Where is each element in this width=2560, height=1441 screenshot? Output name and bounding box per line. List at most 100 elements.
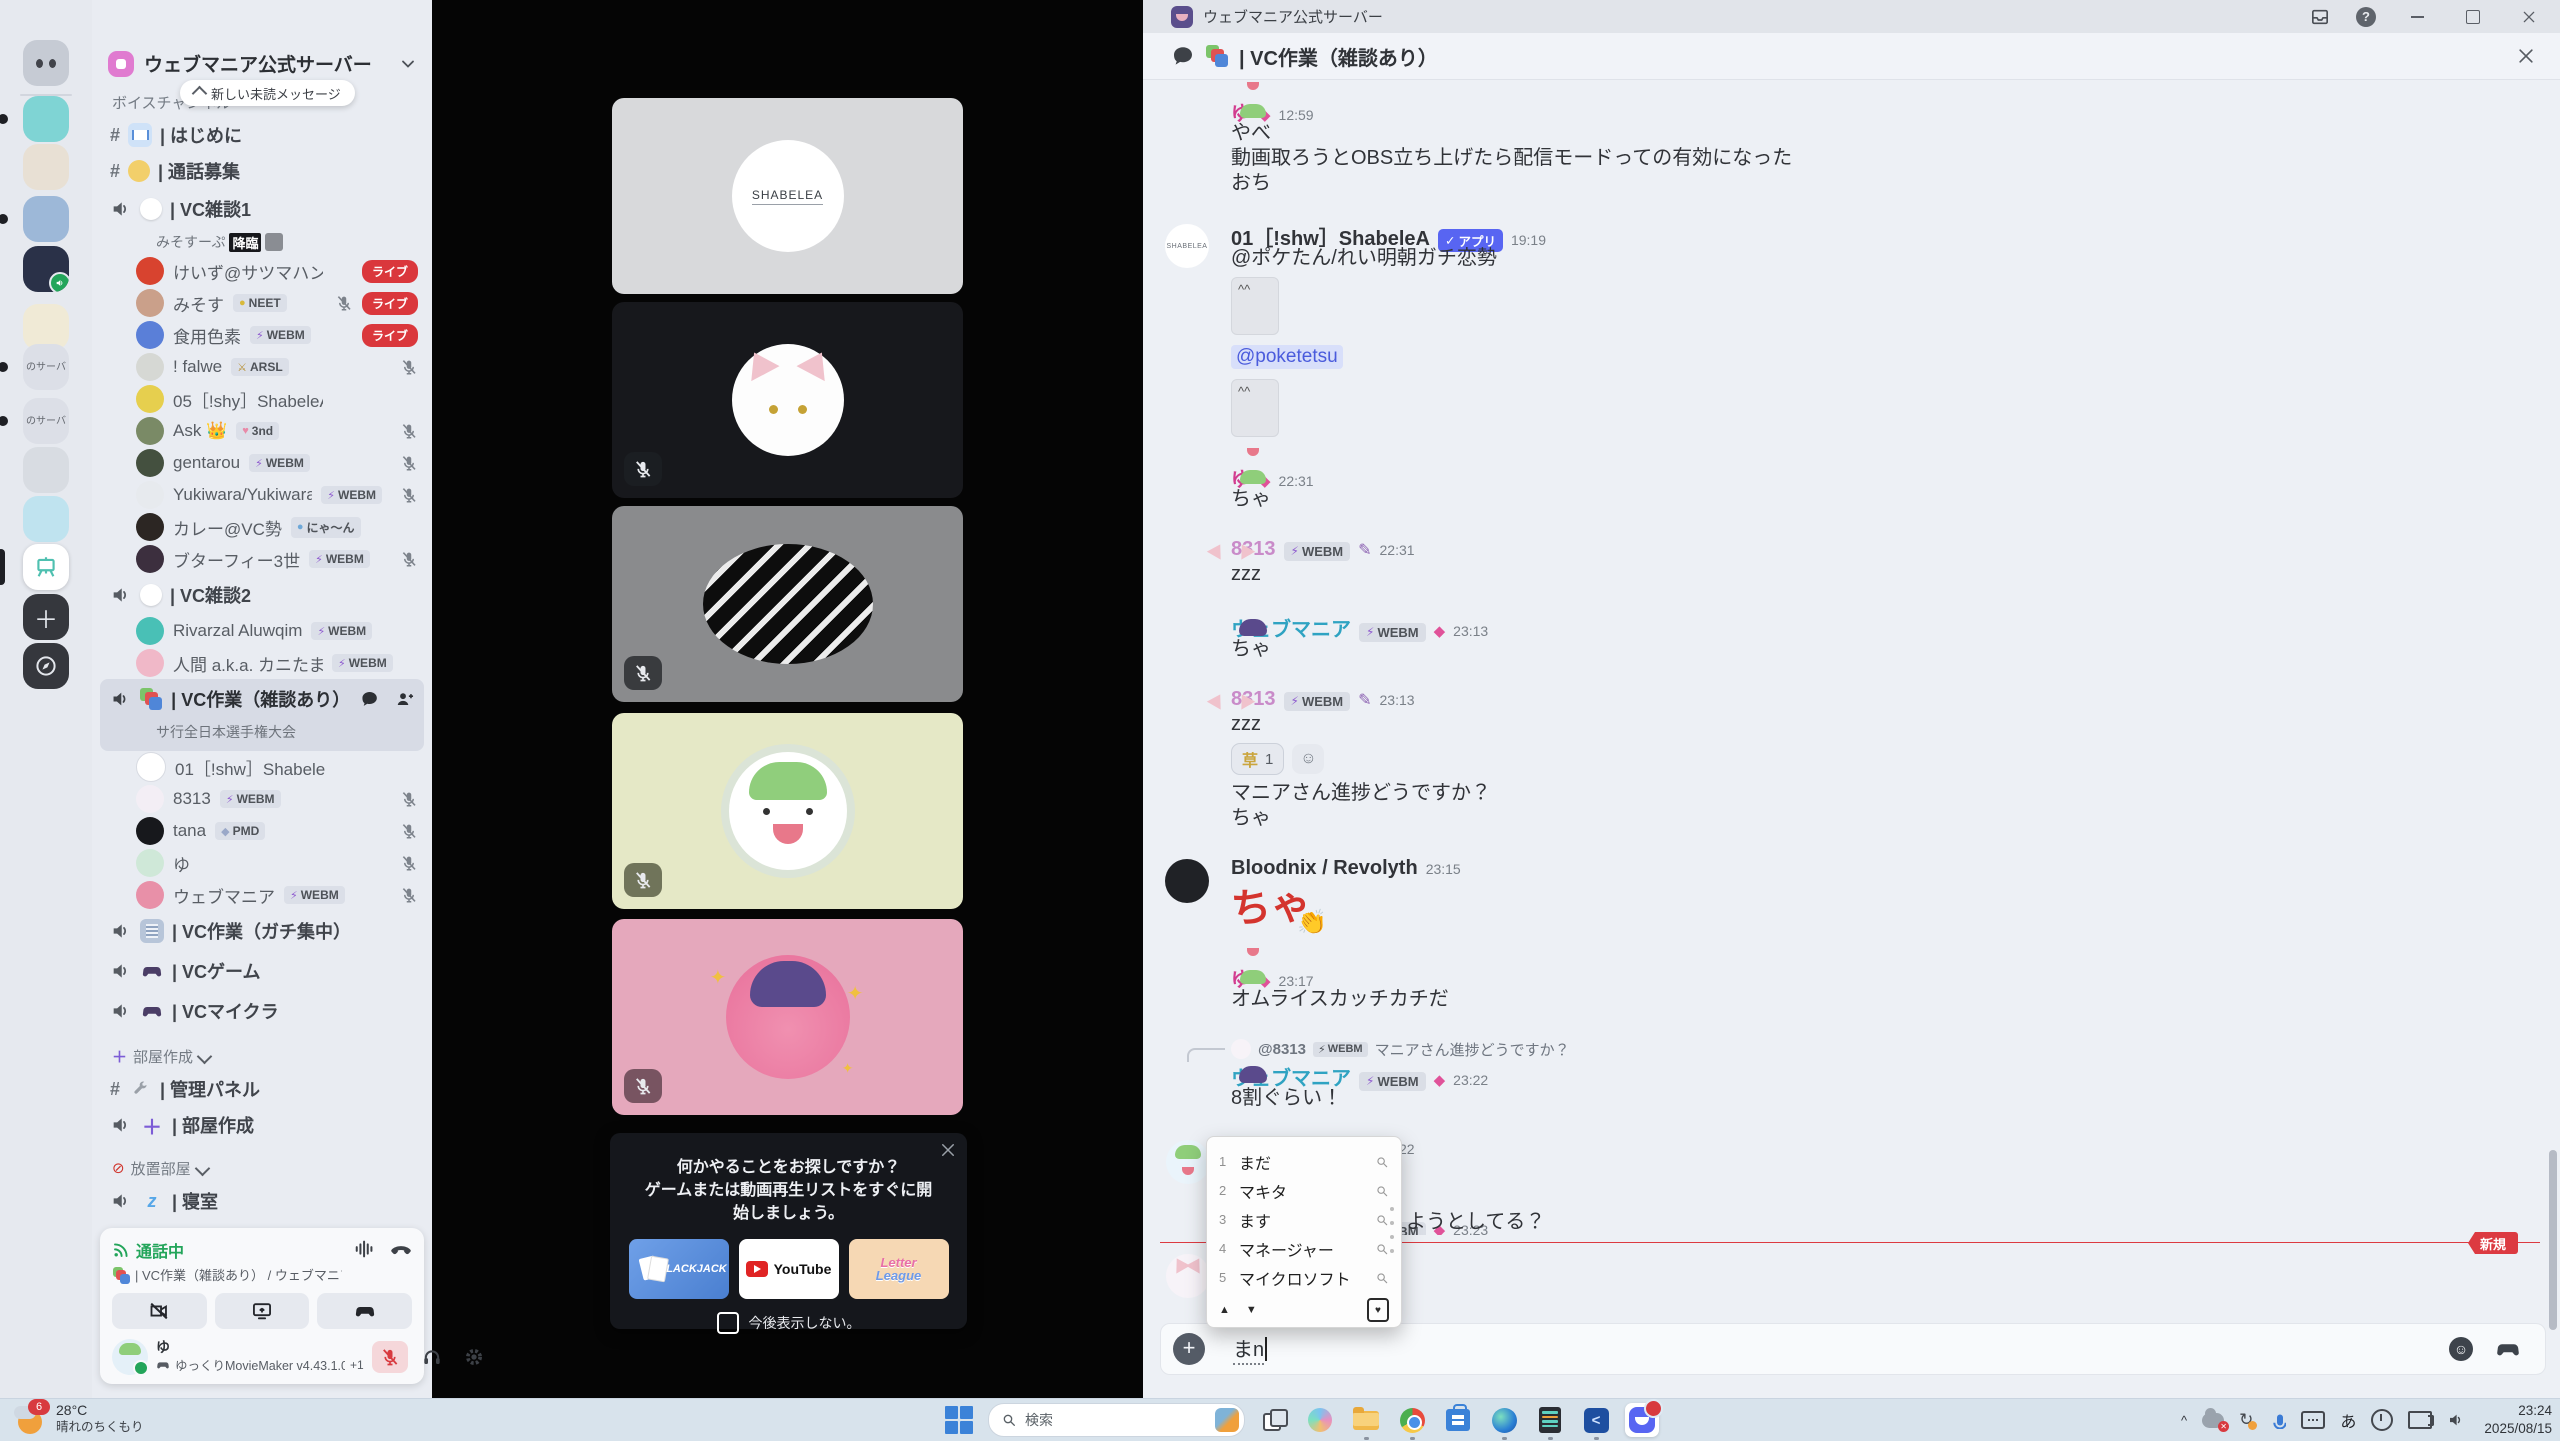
voice-member[interactable]: gentarou⚡WEBM: [92, 447, 432, 479]
channel-heya-sakusei[interactable]: ＋ | 部屋作成: [92, 1107, 432, 1143]
voice-member[interactable]: ! falwe⚔ARSL: [92, 351, 432, 383]
code-app-button[interactable]: <: [1579, 1403, 1613, 1437]
search-icon[interactable]: [1375, 1271, 1389, 1285]
channel-vc-micra[interactable]: | VCマイクラ: [92, 991, 432, 1031]
voice-connected-label[interactable]: 通話中: [112, 1238, 342, 1262]
channel-vc-sagyo-selected[interactable]: | VC作業（雑談あり） サ行全日本選手権大会: [100, 679, 424, 751]
touch-keyboard-icon[interactable]: [2301, 1411, 2325, 1429]
taskbar-weather-widget[interactable]: 6 28°C 晴れのちくもり: [14, 1402, 144, 1436]
voice-member[interactable]: 05［!shy］ShabeleA: [92, 383, 432, 415]
avatar[interactable]: [1165, 859, 1209, 903]
server-icon[interactable]: [23, 144, 69, 190]
channel-vc-gachi[interactable]: | VC作業（ガチ集中）: [92, 911, 432, 951]
server-icon-text[interactable]: のサーバ: [23, 344, 69, 390]
start-button[interactable]: [942, 1403, 976, 1437]
video-tile-webmania[interactable]: ✦✦✦: [612, 919, 963, 1115]
taskbar-search[interactable]: 検索: [988, 1403, 1245, 1437]
voice-member[interactable]: Rivarzal Aluwqim⚡WEBM: [92, 615, 432, 647]
voice-member[interactable]: Ask 👑♥3nd: [92, 415, 432, 447]
deafen-button[interactable]: [414, 1341, 450, 1373]
video-tile-tana[interactable]: [612, 506, 963, 702]
tray-expand-chevron[interactable]: ^: [2181, 1413, 2187, 1428]
explore-servers-button[interactable]: [23, 643, 69, 689]
close-icon[interactable]: [939, 1141, 957, 1159]
new-messages-badge[interactable]: 新規: [2468, 1232, 2518, 1254]
voice-member[interactable]: ウェブマニア⚡WEBM: [92, 879, 432, 911]
focus-clock-icon[interactable]: [2371, 1409, 2393, 1431]
close-chat-icon[interactable]: [2516, 46, 2536, 66]
stamp-emoji[interactable]: ちゃ: [1230, 884, 1313, 929]
soundboard-icon[interactable]: [354, 1238, 376, 1260]
server-header[interactable]: ウェブマニア公式サーバー: [92, 0, 432, 87]
inbox-icon[interactable]: [2310, 7, 2330, 27]
channel-tsuwabosyu[interactable]: # | 通話募集: [92, 153, 432, 189]
sticker[interactable]: ^^: [1231, 277, 1279, 335]
discord-button-active[interactable]: [1625, 1403, 1659, 1437]
microsoft-store-button[interactable]: [1441, 1403, 1475, 1437]
self-avatar[interactable]: [112, 1339, 148, 1375]
channel-vc-game[interactable]: | VCゲーム: [92, 951, 432, 991]
camera-off-button[interactable]: [112, 1293, 207, 1329]
channel-vc-zatsudan1[interactable]: | VC雑談1: [92, 189, 432, 229]
reaction-pill[interactable]: 草1: [1231, 743, 1284, 775]
channel-hajimeni[interactable]: # | はじめに: [92, 117, 432, 153]
close-button[interactable]: [2514, 9, 2544, 25]
channel-shinshitsu[interactable]: z | 寝室: [92, 1183, 432, 1219]
ime-prev-button[interactable]: ▲: [1219, 1304, 1230, 1316]
avatar[interactable]: SHABELEA: [1165, 224, 1209, 268]
category-heya-sakusei[interactable]: ＋ 部屋作成: [92, 1041, 432, 1071]
youtube-activity-button[interactable]: YouTube: [739, 1239, 839, 1299]
copilot-button[interactable]: [1303, 1403, 1337, 1437]
disconnect-call-icon[interactable]: [390, 1238, 412, 1260]
add-reaction-button[interactable]: ☺: [1292, 744, 1324, 774]
activities-gamepad-icon[interactable]: [2495, 1336, 2521, 1362]
maximize-button[interactable]: [2458, 10, 2488, 24]
voice-member[interactable]: けいず@サツマハンライブ: [92, 255, 432, 287]
help-icon[interactable]: ?: [2356, 7, 2376, 27]
voice-channel-breadcrumb[interactable]: | VC作業（雑談あり） / ウェブマニア公式サ…: [112, 1265, 342, 1284]
sync-icon[interactable]: ↻: [2239, 1410, 2253, 1430]
video-tile-8313[interactable]: [612, 302, 963, 498]
server-icon[interactable]: [23, 196, 69, 242]
discord-home-button[interactable]: [23, 40, 69, 86]
search-icon[interactable]: [1375, 1184, 1389, 1198]
voice-member[interactable]: みそす●NEETライブ: [92, 287, 432, 319]
user-mention[interactable]: @poketetsu: [1231, 345, 1343, 369]
chat-scrollbar-thumb[interactable]: [2549, 1150, 2557, 1330]
channel-kanri-panel[interactable]: # | 管理パネル: [92, 1071, 432, 1107]
search-icon[interactable]: [1375, 1213, 1389, 1227]
voice-member[interactable]: ゆ: [92, 847, 432, 879]
ime-clipboard-icon[interactable]: ♥: [1367, 1298, 1389, 1322]
avatar[interactable]: [1166, 1254, 1210, 1298]
message-input-bar[interactable]: + まn ☺: [1160, 1323, 2546, 1375]
server-icon-selected[interactable]: [23, 544, 69, 590]
emoji-picker-icon[interactable]: ☺: [2449, 1337, 2473, 1361]
screen-share-button[interactable]: [215, 1293, 310, 1329]
server-icon[interactable]: [23, 447, 69, 493]
blackjack-activity-button[interactable]: BLACKJACK: [629, 1239, 729, 1299]
video-tile-yu[interactable]: [612, 713, 963, 909]
voice-member[interactable]: 8313⚡WEBM: [92, 783, 432, 815]
server-icon[interactable]: [23, 96, 69, 142]
edge-button[interactable]: [1487, 1403, 1521, 1437]
display-cast-icon[interactable]: [2408, 1411, 2432, 1429]
ime-candidate[interactable]: 3ます: [1207, 1205, 1401, 1234]
sticker[interactable]: ^^: [1231, 379, 1279, 437]
new-unread-messages-pill[interactable]: 新しい未読メッセージ: [180, 80, 355, 106]
voice-member[interactable]: カレー@VC勢●にゃ～ん: [92, 511, 432, 543]
mic-mute-button[interactable]: [372, 1341, 408, 1373]
open-chat-icon[interactable]: [360, 689, 379, 709]
attach-plus-button[interactable]: +: [1173, 1333, 1205, 1365]
search-icon[interactable]: [1375, 1155, 1389, 1169]
chrome-button[interactable]: [1395, 1403, 1429, 1437]
message-author[interactable]: Bloodnix / Revolyth: [1231, 857, 1418, 880]
channel-vc-zatsudan2[interactable]: | VC雑談2: [92, 575, 432, 615]
voice-member[interactable]: Yukiwara/Yukiwara⚡WEBM: [92, 479, 432, 511]
server-icon-text[interactable]: のサーバ: [23, 398, 69, 444]
letter-league-activity-button[interactable]: LetterLeague: [849, 1239, 949, 1299]
file-explorer-button[interactable]: [1349, 1403, 1383, 1437]
minimize-button[interactable]: [2402, 16, 2432, 18]
taskbar-clock[interactable]: 23:24 2025/08/15: [2484, 1402, 2552, 1437]
server-icon[interactable]: [23, 496, 69, 542]
ime-candidate[interactable]: 2マキタ: [1207, 1176, 1401, 1205]
